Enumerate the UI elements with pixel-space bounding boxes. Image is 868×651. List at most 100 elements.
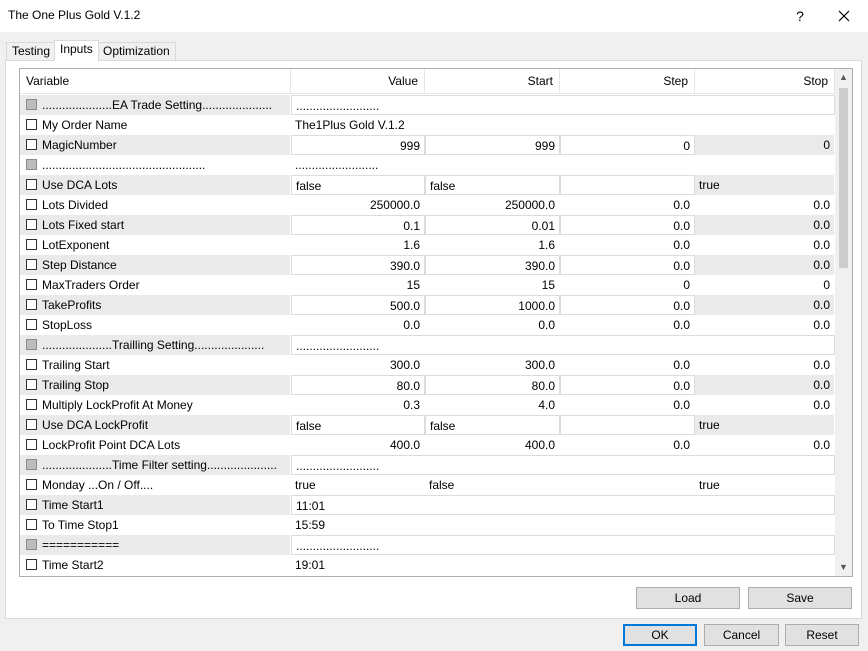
value-cell[interactable]: ......................... — [291, 455, 835, 475]
step-cell[interactable]: 0.0 — [560, 235, 695, 255]
column-stop[interactable]: Stop — [695, 69, 835, 94]
table-row[interactable]: TakeProfits 500.0 1000.0 0.0 0.0 — [20, 295, 835, 315]
stop-cell[interactable]: 0.0 — [695, 355, 835, 375]
start-cell[interactable]: false — [425, 175, 560, 195]
start-cell[interactable]: 390.0 — [425, 255, 560, 275]
optimize-checkbox[interactable] — [26, 199, 37, 210]
cancel-button[interactable]: Cancel — [704, 624, 779, 646]
table-row[interactable]: Lots Fixed start 0.1 0.01 0.0 0.0 — [20, 215, 835, 235]
table-row[interactable]: Step Distance 390.0 390.0 0.0 0.0 — [20, 255, 835, 275]
stop-cell[interactable]: 0.0 — [695, 255, 835, 275]
column-start[interactable]: Start — [425, 69, 560, 94]
stop-cell[interactable]: true — [695, 415, 835, 435]
step-cell[interactable] — [560, 175, 695, 195]
step-cell[interactable]: 0.0 — [560, 255, 695, 275]
tab-inputs[interactable]: Inputs — [54, 40, 99, 61]
optimize-checkbox[interactable] — [26, 359, 37, 370]
step-cell[interactable] — [560, 415, 695, 435]
reset-button[interactable]: Reset — [785, 624, 859, 646]
stop-cell[interactable]: 0.0 — [695, 375, 835, 395]
start-cell[interactable]: 1000.0 — [425, 295, 560, 315]
table-row[interactable]: LotExponent 1.6 1.6 0.0 0.0 — [20, 235, 835, 255]
vertical-scrollbar[interactable]: ▲ ▼ — [835, 69, 852, 576]
value-cell[interactable]: 15:59 — [291, 515, 835, 535]
value-cell[interactable]: 250000.0 — [291, 195, 425, 215]
start-cell[interactable]: 0.0 — [425, 315, 560, 335]
stop-cell[interactable]: 0.0 — [695, 215, 835, 235]
tab-optimization[interactable]: Optimization — [97, 42, 176, 60]
table-row[interactable]: ........................................… — [20, 155, 835, 175]
value-cell[interactable]: 80.0 — [291, 375, 425, 395]
start-cell[interactable]: 300.0 — [425, 355, 560, 375]
value-cell[interactable]: ......................... — [291, 335, 835, 355]
start-cell[interactable]: 0.01 — [425, 215, 560, 235]
value-cell[interactable]: 0.3 — [291, 395, 425, 415]
optimize-checkbox[interactable] — [26, 499, 37, 510]
scroll-up-icon[interactable]: ▲ — [835, 69, 852, 86]
value-cell[interactable]: 999 — [291, 135, 425, 155]
optimize-checkbox[interactable] — [26, 439, 37, 450]
table-row[interactable]: My Order Name The1Plus Gold V.1.2 — [20, 115, 835, 135]
stop-cell[interactable]: 0.0 — [695, 295, 835, 315]
stop-cell[interactable]: 0.0 — [695, 395, 835, 415]
ok-button[interactable]: OK — [623, 624, 697, 646]
table-row[interactable]: MagicNumber 999 999 0 0 — [20, 135, 835, 155]
optimize-checkbox[interactable] — [26, 399, 37, 410]
optimize-checkbox[interactable] — [26, 419, 37, 430]
optimize-checkbox[interactable] — [26, 519, 37, 530]
table-row[interactable]: .....................EA Trade Setting...… — [20, 95, 835, 115]
start-cell[interactable]: 80.0 — [425, 375, 560, 395]
table-row[interactable]: Trailing Start 300.0 300.0 0.0 0.0 — [20, 355, 835, 375]
optimize-checkbox[interactable] — [26, 279, 37, 290]
value-cell[interactable]: 400.0 — [291, 435, 425, 455]
value-cell[interactable]: The1Plus Gold V.1.2 — [291, 115, 835, 135]
start-cell[interactable]: 999 — [425, 135, 560, 155]
table-row[interactable]: To Time Stop1 15:59 — [20, 515, 835, 535]
value-cell[interactable]: true — [291, 475, 425, 495]
start-cell[interactable]: 1.6 — [425, 235, 560, 255]
table-row[interactable]: Multiply LockProfit At Money 0.3 4.0 0.0 0.0 — [20, 395, 835, 415]
optimize-checkbox[interactable] — [26, 379, 37, 390]
column-step[interactable]: Step — [560, 69, 695, 94]
stop-cell[interactable]: 0.0 — [695, 195, 835, 215]
value-cell[interactable]: false — [291, 175, 425, 195]
optimize-checkbox[interactable] — [26, 139, 37, 150]
close-icon[interactable] — [832, 4, 856, 28]
step-cell[interactable]: 0.0 — [560, 215, 695, 235]
start-cell[interactable]: 15 — [425, 275, 560, 295]
table-row[interactable]: .....................Time Filter setting… — [20, 455, 835, 475]
table-row[interactable]: Use DCA LockProfit false false true — [20, 415, 835, 435]
start-cell[interactable]: 4.0 — [425, 395, 560, 415]
value-cell[interactable]: ......................... — [291, 95, 835, 115]
value-cell[interactable]: 0.1 — [291, 215, 425, 235]
column-value[interactable]: Value — [291, 69, 425, 94]
step-cell[interactable] — [560, 475, 695, 495]
table-row[interactable]: StopLoss 0.0 0.0 0.0 0.0 — [20, 315, 835, 335]
stop-cell[interactable]: 0.0 — [695, 235, 835, 255]
optimize-checkbox[interactable] — [26, 479, 37, 490]
step-cell[interactable]: 0 — [560, 275, 695, 295]
scroll-thumb[interactable] — [839, 88, 848, 268]
table-row[interactable]: LockProfit Point DCA Lots 400.0 400.0 0.0 0.… — [20, 435, 835, 455]
optimize-checkbox[interactable] — [26, 259, 37, 270]
step-cell[interactable]: 0.0 — [560, 435, 695, 455]
table-row[interactable]: Time Start2 19:01 — [20, 555, 835, 575]
optimize-checkbox[interactable] — [26, 239, 37, 250]
value-cell[interactable]: ......................... — [291, 155, 835, 175]
optimize-checkbox[interactable] — [26, 319, 37, 330]
optimize-checkbox[interactable] — [26, 219, 37, 230]
table-row[interactable]: Lots Divided 250000.0 250000.0 0.0 0.0 — [20, 195, 835, 215]
start-cell[interactable]: 250000.0 — [425, 195, 560, 215]
optimize-checkbox[interactable] — [26, 299, 37, 310]
value-cell[interactable]: false — [291, 415, 425, 435]
value-cell[interactable]: 500.0 — [291, 295, 425, 315]
optimize-checkbox[interactable] — [26, 179, 37, 190]
value-cell[interactable]: 15 — [291, 275, 425, 295]
value-cell[interactable]: 11:01 — [291, 495, 835, 515]
table-row[interactable]: Time Start1 11:01 — [20, 495, 835, 515]
load-button[interactable]: Load — [636, 587, 740, 609]
step-cell[interactable]: 0.0 — [560, 195, 695, 215]
save-button[interactable]: Save — [748, 587, 852, 609]
step-cell[interactable]: 0.0 — [560, 315, 695, 335]
help-button[interactable]: ? — [788, 4, 812, 28]
